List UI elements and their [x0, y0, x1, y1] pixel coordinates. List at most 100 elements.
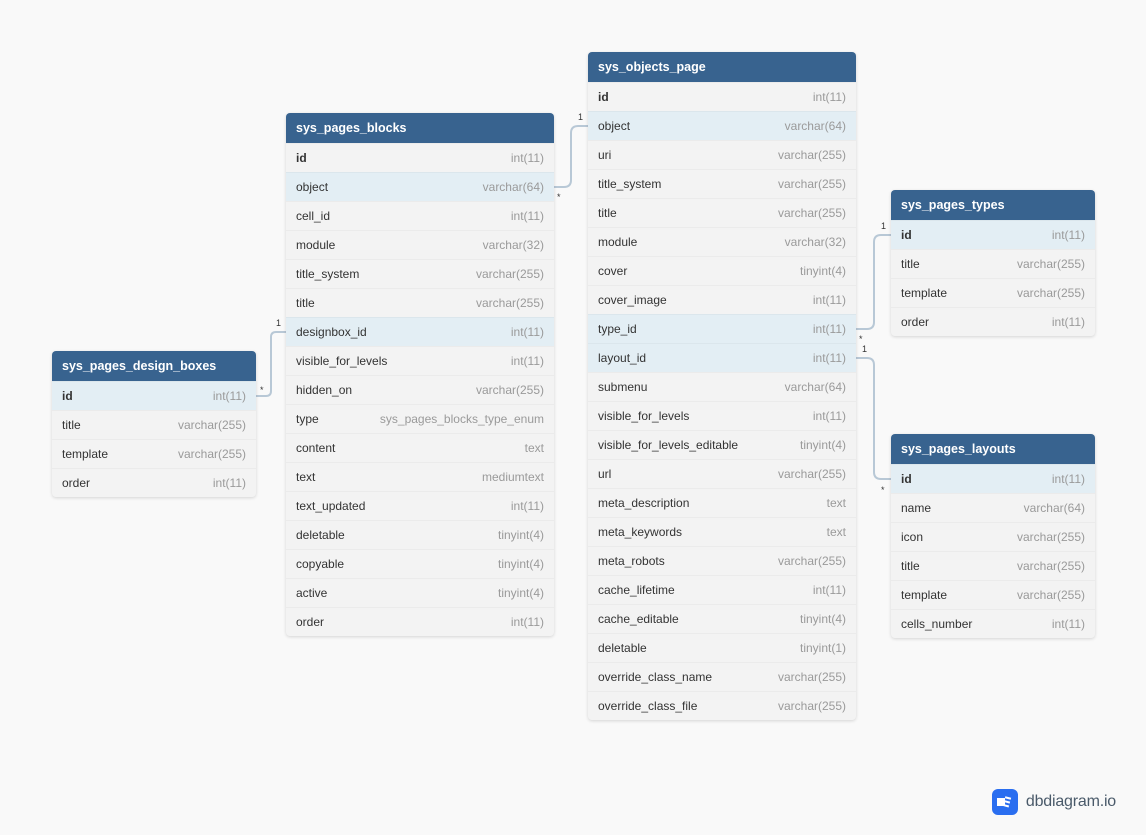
column-type: int(11) — [511, 151, 544, 165]
table-row[interactable]: override_class_name varchar(255) — [588, 662, 856, 691]
table-row[interactable]: copyabletinyint(4) — [286, 549, 554, 578]
table-row[interactable]: modulevarchar(32) — [588, 227, 856, 256]
table-row[interactable]: cells_numberint(11) — [891, 609, 1095, 638]
table-row[interactable]: meta_keywordstext — [588, 517, 856, 546]
column-name: designbox_id — [296, 325, 367, 339]
column-name: override_class_file — [598, 699, 697, 713]
table-row[interactable]: covertinyint(4) — [588, 256, 856, 285]
table-row[interactable]: orderint(11) — [52, 468, 256, 497]
table-header[interactable]: sys_pages_blocks — [286, 113, 554, 143]
column-name: template — [901, 588, 947, 602]
table-row[interactable]: titlevarchar(255) — [588, 198, 856, 227]
column-name: type_id — [598, 322, 637, 336]
table-row[interactable]: iconvarchar(255) — [891, 522, 1095, 551]
column-type: int(11) — [213, 389, 246, 403]
table-row[interactable]: designbox_idint(11) — [286, 317, 554, 346]
column-type: int(11) — [1052, 228, 1085, 242]
table-row[interactable]: template varchar(255) — [891, 580, 1095, 609]
column-type: tinyint(4) — [498, 528, 544, 542]
column-type: sys_pages_blocks_type_enum — [380, 412, 544, 426]
column-type: int(11) — [213, 476, 246, 490]
cardinality-label: 1 — [862, 344, 867, 354]
column-type: varchar(255) — [1017, 559, 1085, 573]
table-row[interactable]: orderint(11) — [891, 307, 1095, 336]
column-name: override_class_name — [598, 670, 712, 684]
table-row[interactable]: titlevarchar(255) — [286, 288, 554, 317]
table-sys_objects_page[interactable]: sys_objects_pageidint(11)objectvarchar(6… — [588, 52, 856, 720]
table-row[interactable]: idint(11) — [286, 143, 554, 172]
column-name: cache_lifetime — [598, 583, 675, 597]
table-row[interactable]: url varchar(255) — [588, 459, 856, 488]
table-row[interactable]: contenttext — [286, 433, 554, 462]
table-row[interactable]: text_updatedint(11) — [286, 491, 554, 520]
table-row[interactable]: visible_for_levelsint(11) — [588, 401, 856, 430]
column-type: int(11) — [511, 354, 544, 368]
table-row[interactable]: objectvarchar(64) — [286, 172, 554, 201]
column-type: tinyint(1) — [800, 641, 846, 655]
column-name: text_updated — [296, 499, 365, 513]
table-row[interactable]: cache_editabletinyint(4) — [588, 604, 856, 633]
column-type: varchar(255) — [778, 670, 846, 684]
table-row[interactable]: titlevarchar(255) — [891, 249, 1095, 278]
table-row[interactable]: objectvarchar(64) — [588, 111, 856, 140]
table-row[interactable]: urivarchar(255) — [588, 140, 856, 169]
column-name: url — [598, 467, 611, 481]
table-row[interactable]: idint(11) — [52, 381, 256, 410]
column-type: varchar(255) — [778, 467, 846, 481]
table-row[interactable]: title_systemvarchar(255) — [286, 259, 554, 288]
table-row[interactable]: visible_for_levelsint(11) — [286, 346, 554, 375]
table-header[interactable]: sys_objects_page — [588, 52, 856, 82]
table-sys_pages_types[interactable]: sys_pages_typesid int(11) titlevarchar(255… — [891, 190, 1095, 336]
cardinality-label: * — [557, 192, 561, 202]
table-row[interactable]: activetinyint(4) — [286, 578, 554, 607]
table-row[interactable]: titlevarchar(255) — [891, 551, 1095, 580]
table-row[interactable]: titlevarchar(255) — [52, 410, 256, 439]
table-row[interactable]: layout_idint(11) — [588, 343, 856, 372]
column-type: int(11) — [1052, 472, 1085, 486]
table-row[interactable]: deletabletinyint(1) — [588, 633, 856, 662]
table-row[interactable]: type_idint(11) — [588, 314, 856, 343]
table-row[interactable]: visible_for_levels_editabletinyint(4) — [588, 430, 856, 459]
table-row[interactable]: override_class_filevarchar(255) — [588, 691, 856, 720]
table-header[interactable]: sys_pages_types — [891, 190, 1095, 220]
cardinality-label: * — [859, 334, 863, 344]
column-type: varchar(255) — [1017, 286, 1085, 300]
table-row[interactable]: idint(11) — [891, 464, 1095, 493]
table-row[interactable]: hidden_onvarchar(255) — [286, 375, 554, 404]
table-row[interactable]: cover_image int(11) — [588, 285, 856, 314]
table-row[interactable]: templatevarchar(255) — [891, 278, 1095, 307]
table-row[interactable]: orderint(11) — [286, 607, 554, 636]
table-sys_pages_blocks[interactable]: sys_pages_blocksidint(11)objectvarchar(6… — [286, 113, 554, 636]
table-row[interactable]: cache_lifetimeint(11) — [588, 575, 856, 604]
column-name: meta_description — [598, 496, 689, 510]
column-type: tinyint(4) — [800, 264, 846, 278]
column-name: id — [901, 228, 912, 242]
column-name: uri — [598, 148, 611, 162]
table-row[interactable]: textmediumtext — [286, 462, 554, 491]
table-row[interactable]: deletabletinyint(4) — [286, 520, 554, 549]
table-row[interactable]: typesys_pages_blocks_type_enum — [286, 404, 554, 433]
table-row[interactable]: meta_descriptiontext — [588, 488, 856, 517]
column-name: title — [296, 296, 315, 310]
column-name: cover_image — [598, 293, 667, 307]
table-row[interactable]: id int(11) — [891, 220, 1095, 249]
cardinality-label: 1 — [881, 221, 886, 231]
column-type: varchar(255) — [1017, 588, 1085, 602]
cardinality-label: * — [260, 385, 264, 395]
table-row[interactable]: namevarchar(64) — [891, 493, 1095, 522]
table-row[interactable]: cell_idint(11) — [286, 201, 554, 230]
column-type: int(11) — [813, 293, 846, 307]
table-header[interactable]: sys_pages_design_boxes — [52, 351, 256, 381]
table-row[interactable]: meta_robotsvarchar(255) — [588, 546, 856, 575]
table-header[interactable]: sys_pages_layouts — [891, 434, 1095, 464]
table-row[interactable]: idint(11) — [588, 82, 856, 111]
table-row[interactable]: submenuvarchar(64) — [588, 372, 856, 401]
table-row[interactable]: title_systemvarchar(255) — [588, 169, 856, 198]
table-sys_pages_layouts[interactable]: sys_pages_layoutsidint(11)namevarchar(64… — [891, 434, 1095, 638]
column-type: int(11) — [1052, 617, 1085, 631]
table-sys_pages_design_boxes[interactable]: sys_pages_design_boxesidint(11)titlevarc… — [52, 351, 256, 497]
diagram-canvas[interactable]: * 1 1 * 1 * * 1 sys_pages_design_boxesid… — [0, 0, 1146, 835]
table-row[interactable]: templatevarchar(255) — [52, 439, 256, 468]
relation-layouts-objectspage — [856, 358, 891, 479]
table-row[interactable]: modulevarchar(32) — [286, 230, 554, 259]
